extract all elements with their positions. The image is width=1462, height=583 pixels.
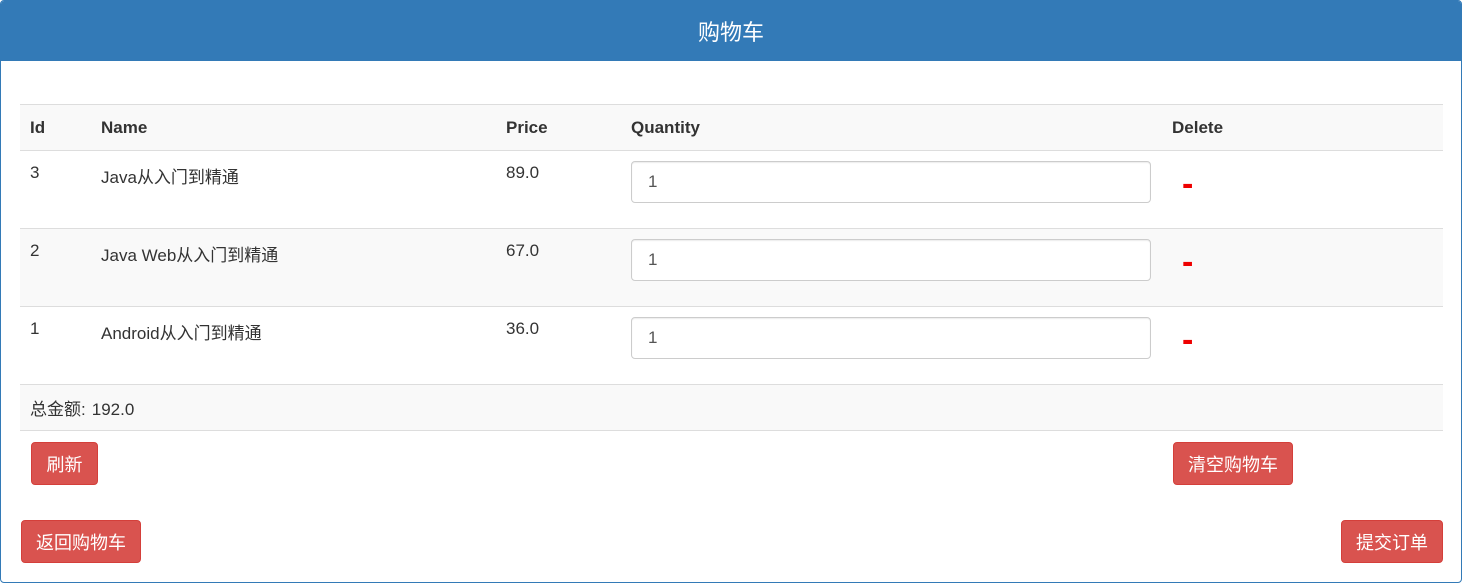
- panel-heading: 购物车: [1, 1, 1461, 61]
- panel-title: 购物车: [697, 20, 764, 45]
- header-quantity: Quantity: [621, 104, 1162, 151]
- refresh-button[interactable]: 刷新: [31, 442, 98, 485]
- total-value: 192.0: [91, 400, 135, 419]
- submit-order-button[interactable]: 提交订单: [1341, 520, 1443, 563]
- cart-panel: 购物车 Id Name Price Quantity Delete 3 Java…: [0, 0, 1462, 583]
- header-price: Price: [496, 104, 621, 151]
- header-delete: Delete: [1162, 104, 1443, 151]
- back-to-cart-button[interactable]: 返回购物车: [21, 520, 141, 563]
- delete-item-button[interactable]: -: [1182, 245, 1193, 279]
- header-name: Name: [91, 104, 496, 151]
- cell-quantity: [621, 150, 1162, 229]
- cell-price: 67.0: [496, 228, 621, 307]
- header-id: Id: [20, 104, 91, 151]
- quantity-input[interactable]: [631, 161, 1151, 203]
- clear-cart-button[interactable]: 清空购物车: [1173, 442, 1293, 485]
- delete-item-button[interactable]: -: [1182, 323, 1193, 357]
- quantity-input[interactable]: [631, 317, 1151, 359]
- total-row: 总金额: 192.0: [20, 384, 1443, 431]
- table-row: 3 Java从入门到精通 89.0 -: [20, 150, 1443, 229]
- cell-delete: -: [1162, 306, 1443, 385]
- delete-item-button[interactable]: -: [1182, 167, 1193, 201]
- cell-name: Java Web从入门到精通: [91, 228, 496, 307]
- page: 购物车 Id Name Price Quantity Delete 3 Java…: [0, 0, 1462, 583]
- table-row: 1 Android从入门到精通 36.0 -: [20, 306, 1443, 385]
- quantity-input[interactable]: [631, 239, 1151, 281]
- cell-name: Java从入门到精通: [91, 150, 496, 229]
- cell-quantity: [621, 306, 1162, 385]
- cell-id: 1: [20, 306, 91, 385]
- cell-id: 3: [20, 150, 91, 229]
- cell-price: 89.0: [496, 150, 621, 229]
- cell-delete: -: [1162, 228, 1443, 307]
- cell-price: 36.0: [496, 306, 621, 385]
- table-row: 2 Java Web从入门到精通 67.0 -: [20, 228, 1443, 307]
- cell-name: Android从入门到精通: [91, 306, 496, 385]
- table-header-row: Id Name Price Quantity Delete: [20, 104, 1443, 151]
- total-cell: 总金额: 192.0: [20, 384, 1443, 431]
- total-label: 总金额:: [30, 400, 86, 419]
- cell-quantity: [621, 228, 1162, 307]
- cell-delete: -: [1162, 150, 1443, 229]
- cart-table: Id Name Price Quantity Delete 3 Java从入门到…: [20, 104, 1443, 431]
- cell-id: 2: [20, 228, 91, 307]
